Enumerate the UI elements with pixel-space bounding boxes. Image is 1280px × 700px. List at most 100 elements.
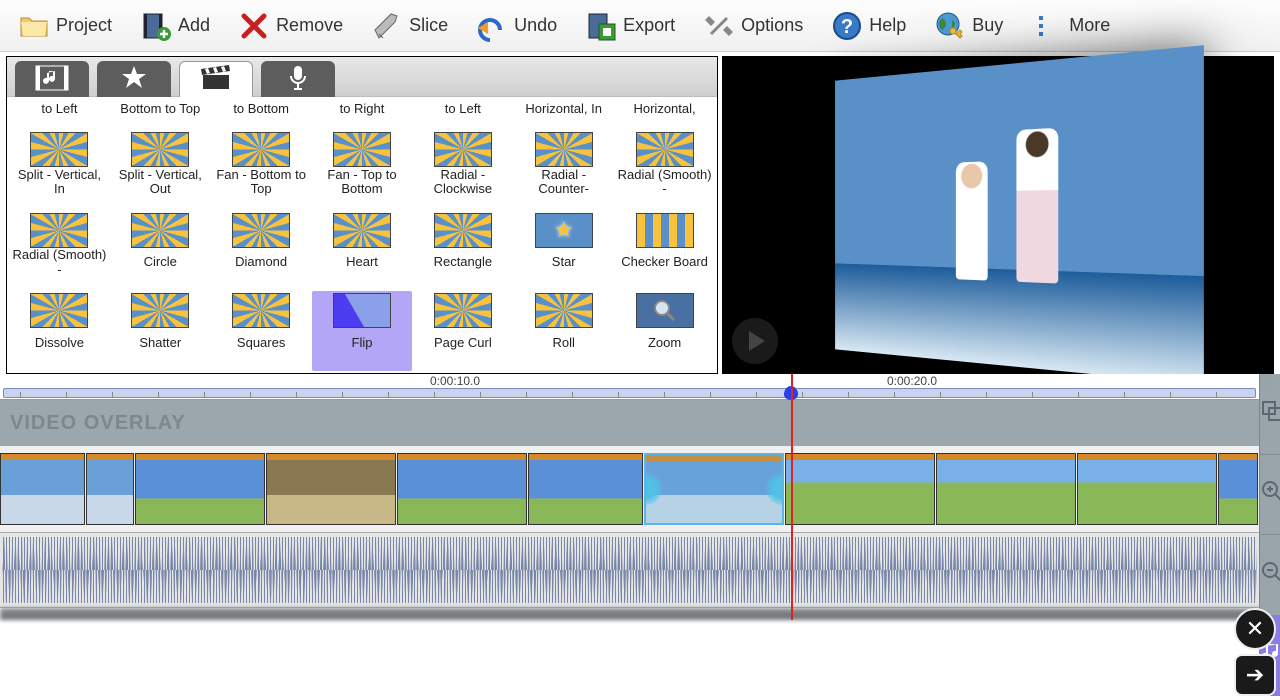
effect-item[interactable]: Rectangle <box>412 211 513 291</box>
effect-item[interactable]: Split - Vertical, In <box>9 130 110 210</box>
remove-button[interactable]: Remove <box>224 4 357 48</box>
preview-person <box>1016 128 1058 284</box>
buy-button[interactable]: Buy <box>920 4 1017 48</box>
effect-item[interactable]: ★Star <box>513 211 614 291</box>
effect-label: Fan - Top to Bottom <box>314 167 411 197</box>
effect-item[interactable]: Radial - Clockwise <box>412 130 513 210</box>
overlay-icon <box>1260 399 1280 429</box>
clip-thumbnail <box>1219 460 1257 524</box>
tool-zoom-in[interactable] <box>1260 455 1280 536</box>
overlay-track[interactable]: VIDEO OVERLAY <box>0 400 1259 446</box>
effect-thumb <box>636 132 694 167</box>
tool-overlay[interactable] <box>1260 374 1280 455</box>
timeline-body: 0:00:10.00:00:20.0 VIDEO OVERLAY <box>0 374 1259 696</box>
video-clip[interactable] <box>1077 453 1217 525</box>
effect-item[interactable]: to Left <box>9 99 110 130</box>
video-clip[interactable] <box>86 453 134 525</box>
effect-item[interactable]: to Right <box>312 99 413 130</box>
effect-item[interactable]: Heart <box>312 211 413 291</box>
effect-label: Shatter <box>112 328 209 358</box>
effect-item[interactable]: Squares <box>211 291 312 371</box>
effect-item[interactable]: Diamond <box>211 211 312 291</box>
audio-track[interactable] <box>0 532 1259 608</box>
scrub-bar[interactable] <box>3 388 1256 398</box>
effect-label: Checker Board <box>616 248 713 278</box>
video-clip[interactable] <box>785 453 935 525</box>
effect-item[interactable]: Dissolve <box>9 291 110 371</box>
video-clip[interactable] <box>135 453 265 525</box>
effect-item[interactable]: Flip <box>312 291 413 371</box>
effect-item[interactable]: Roll <box>513 291 614 371</box>
effect-item[interactable]: Radial (Smooth) - <box>9 211 110 291</box>
clip-handle-right[interactable] <box>766 473 784 505</box>
effect-item[interactable]: Radial (Smooth) - <box>614 130 715 210</box>
tools-icon <box>703 10 735 42</box>
help-button[interactable]: ?Help <box>817 4 920 48</box>
video-clip[interactable] <box>397 453 527 525</box>
effect-item[interactable]: Radial - Counter- <box>513 130 614 210</box>
clip-thumbnail <box>136 460 264 524</box>
clip-handle-left[interactable] <box>644 473 662 505</box>
effect-thumb <box>131 132 189 167</box>
effect-label: Star <box>515 248 612 278</box>
effect-item[interactable]: Page Curl <box>412 291 513 371</box>
add-button[interactable]: Add <box>126 4 224 48</box>
video-clip[interactable] <box>266 453 396 525</box>
clip-thumbnail <box>87 460 133 524</box>
effect-item[interactable]: Fan - Bottom to Top <box>211 130 312 210</box>
clip-thumbnail <box>1078 460 1216 524</box>
effect-item[interactable]: Split - Vertical, Out <box>110 130 211 210</box>
effect-item[interactable]: Zoom <box>614 291 715 371</box>
undo-button[interactable]: Undo <box>462 4 571 48</box>
video-clip[interactable] <box>644 453 784 525</box>
effect-item[interactable]: Checker Board <box>614 211 715 291</box>
effect-label: Split - Vertical, Out <box>112 167 209 197</box>
play-button[interactable] <box>732 318 778 364</box>
project-button[interactable]: Project <box>4 4 126 48</box>
effect-label: Bottom to Top <box>112 101 209 117</box>
main-area: to LeftBottom to Topto Bottomto Rightto … <box>0 52 1280 374</box>
music-clip-icon <box>35 65 69 94</box>
folder-icon <box>18 10 50 42</box>
clapper-icon <box>201 65 231 94</box>
close-button[interactable]: ✕ <box>1234 608 1276 650</box>
effect-thumb <box>232 213 290 248</box>
effects-grid: to LeftBottom to Topto Bottomto Rightto … <box>7 97 717 373</box>
effect-item[interactable]: Horizontal, <box>614 99 715 130</box>
tab-voice[interactable] <box>261 61 335 97</box>
options-button[interactable]: Options <box>689 4 817 48</box>
next-button[interactable]: ➔ <box>1234 654 1276 696</box>
bottom-info <box>0 608 1259 620</box>
effect-label: Diamond <box>213 248 310 278</box>
mic-icon <box>288 64 308 95</box>
slice-button[interactable]: Slice <box>357 4 462 48</box>
video-clip[interactable] <box>0 453 85 525</box>
tab-music[interactable] <box>15 61 89 97</box>
video-clip[interactable] <box>528 453 643 525</box>
effect-item[interactable]: Fan - Top to Bottom <box>312 130 413 210</box>
tab-transitions[interactable] <box>179 61 253 97</box>
effect-thumb <box>333 132 391 167</box>
time-ruler[interactable]: 0:00:10.00:00:20.0 <box>0 374 1259 400</box>
more-button[interactable]: More <box>1017 4 1124 48</box>
effect-label: Squares <box>213 328 310 358</box>
effect-label: Fan - Bottom to Top <box>213 167 310 197</box>
effect-item[interactable]: to Left <box>412 99 513 130</box>
export-button[interactable]: Export <box>571 4 689 48</box>
video-clip[interactable] <box>936 453 1076 525</box>
playhead[interactable] <box>791 374 793 620</box>
effect-item[interactable]: Shatter <box>110 291 211 371</box>
video-track[interactable] <box>0 446 1259 532</box>
effect-item[interactable]: Circle <box>110 211 211 291</box>
tool-zoom-out[interactable] <box>1260 535 1280 616</box>
effect-item[interactable]: Horizontal, In <box>513 99 614 130</box>
tab-favorite[interactable] <box>97 61 171 97</box>
video-clip[interactable] <box>1218 453 1258 525</box>
effect-label: Horizontal, In <box>515 101 612 117</box>
waveform <box>2 537 1257 603</box>
effect-item[interactable]: to Bottom <box>211 99 312 130</box>
zoom-out-icon <box>1260 560 1280 590</box>
panel-tabs <box>7 57 717 97</box>
effect-item[interactable]: Bottom to Top <box>110 99 211 130</box>
effect-thumb <box>232 293 290 328</box>
